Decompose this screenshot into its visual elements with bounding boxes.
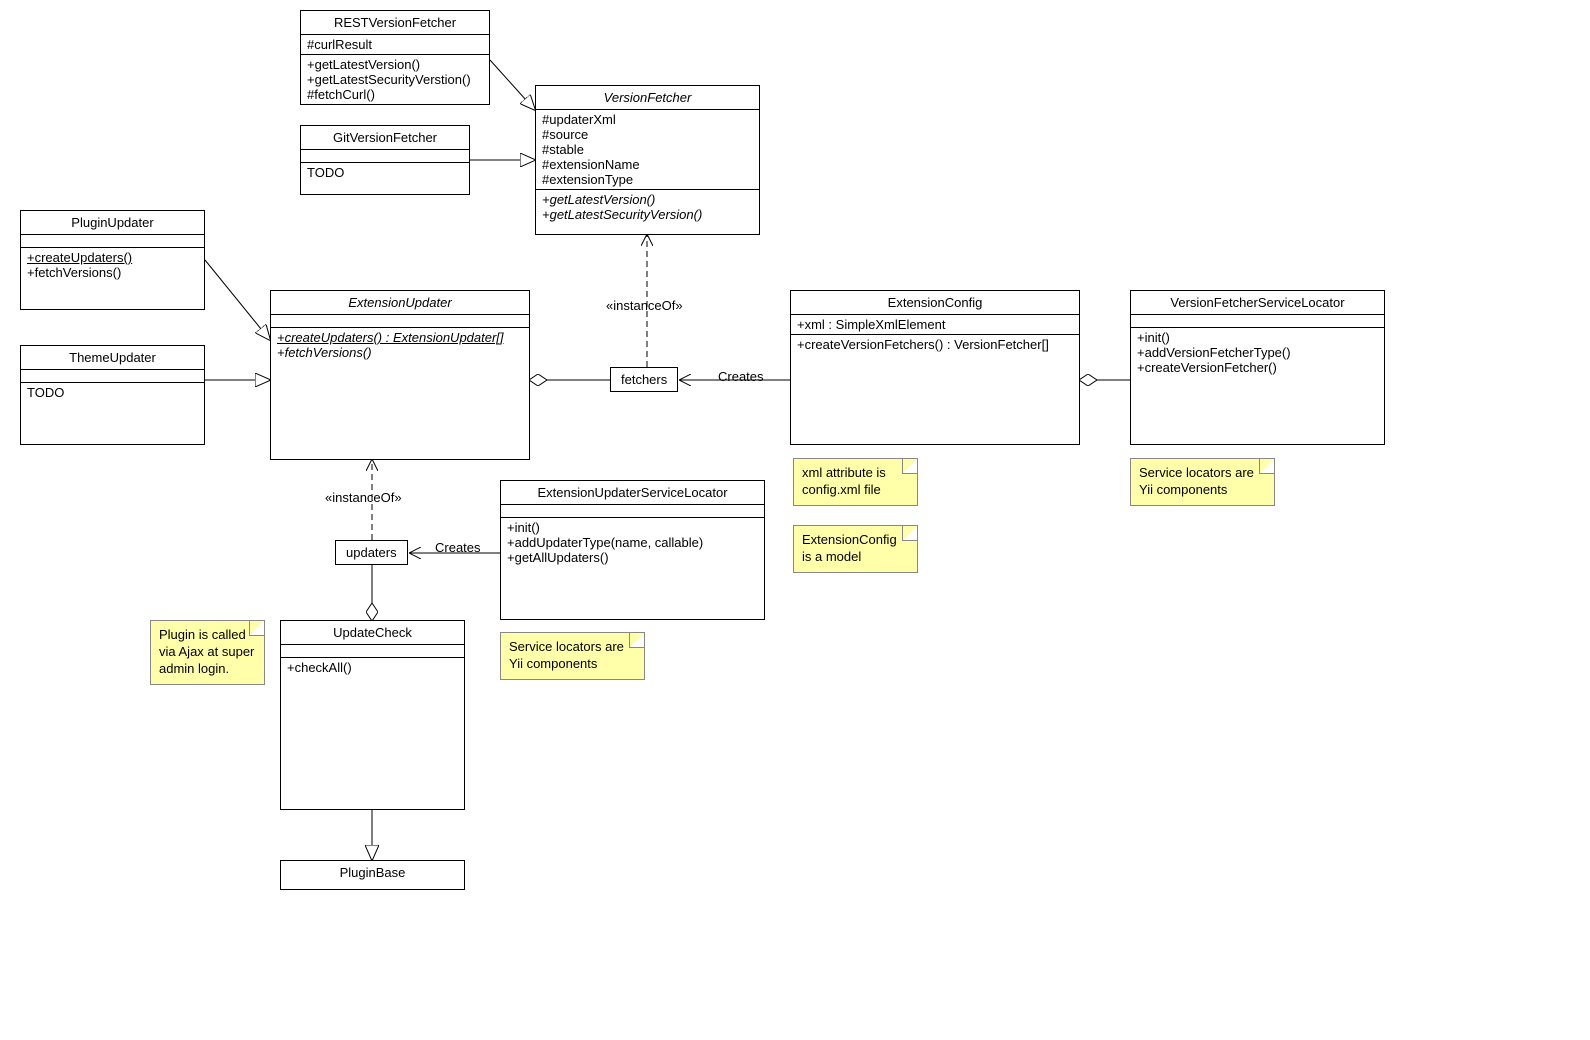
class-extension-updater: ExtensionUpdater +createUpdaters() : Ext…: [270, 290, 530, 460]
class-version-fetcher-service-locator: VersionFetcherServiceLocator +init() +ad…: [1130, 290, 1385, 445]
note-service-locators-1: Service locators are Yii components: [1130, 458, 1275, 506]
class-title: UpdateCheck: [281, 621, 464, 645]
class-title: VersionFetcherServiceLocator: [1131, 291, 1384, 315]
class-attrs: [271, 315, 529, 328]
class-ops: +init() +addVersionFetcherType() +create…: [1131, 328, 1384, 377]
box-updaters: updaters: [335, 540, 408, 565]
class-attrs: [1131, 315, 1384, 328]
class-title: ThemeUpdater: [21, 346, 204, 370]
class-title: PluginBase: [281, 861, 464, 884]
class-attrs: #curlResult: [301, 35, 489, 55]
note-service-locators-2: Service locators are Yii components: [500, 632, 645, 680]
note-extension-config: ExtensionConfig is a model: [793, 525, 918, 573]
class-ops: +getLatestVersion() +getLatestSecurityVe…: [536, 190, 759, 224]
class-extension-updater-service-locator: ExtensionUpdaterServiceLocator +init() +…: [500, 480, 765, 620]
label-instanceof-2: «instanceOf»: [325, 490, 402, 505]
class-ops: +createVersionFetchers() : VersionFetche…: [791, 335, 1079, 354]
class-title: ExtensionUpdater: [271, 291, 529, 315]
class-update-check: UpdateCheck +checkAll(): [280, 620, 465, 810]
class-title: RESTVersionFetcher: [301, 11, 489, 35]
class-version-fetcher: VersionFetcher #updaterXml #source #stab…: [535, 85, 760, 235]
class-attrs: [21, 370, 204, 383]
class-attrs: [301, 150, 469, 163]
box-fetchers: fetchers: [610, 367, 678, 392]
class-attrs: [21, 235, 204, 248]
class-theme-updater: ThemeUpdater TODO: [20, 345, 205, 445]
class-ops: +checkAll(): [281, 658, 464, 677]
class-title: VersionFetcher: [536, 86, 759, 110]
label-creates-2: Creates: [435, 540, 481, 555]
label-creates-1: Creates: [718, 369, 764, 384]
class-ops: +init() +addUpdaterType(name, callable) …: [501, 518, 764, 567]
class-title: ExtensionUpdaterServiceLocator: [501, 481, 764, 505]
note-xml-attr: xml attribute is config.xml file: [793, 458, 918, 506]
connectors: [0, 0, 1590, 1040]
class-attrs: [281, 645, 464, 658]
class-rest-version-fetcher: RESTVersionFetcher #curlResult +getLates…: [300, 10, 490, 105]
class-ops: TODO: [21, 383, 204, 402]
class-attrs: #updaterXml #source #stable #extensionNa…: [536, 110, 759, 190]
class-plugin-updater: PluginUpdater +createUpdaters() +fetchVe…: [20, 210, 205, 310]
class-git-version-fetcher: GitVersionFetcher TODO: [300, 125, 470, 195]
class-plugin-base: PluginBase: [280, 860, 465, 890]
class-title: GitVersionFetcher: [301, 126, 469, 150]
class-attrs: +xml : SimpleXmlElement: [791, 315, 1079, 335]
class-extension-config: ExtensionConfig +xml : SimpleXmlElement …: [790, 290, 1080, 445]
label-instanceof-1: «instanceOf»: [606, 298, 683, 313]
class-ops: +getLatestVersion() +getLatestSecurityVe…: [301, 55, 489, 104]
class-attrs: [501, 505, 764, 518]
class-title: ExtensionConfig: [791, 291, 1079, 315]
class-ops: +createUpdaters() : ExtensionUpdater[] +…: [271, 328, 529, 362]
note-plugin-ajax: Plugin is called via Ajax at super admin…: [150, 620, 265, 685]
class-ops: +createUpdaters() +fetchVersions(): [21, 248, 204, 282]
class-title: PluginUpdater: [21, 211, 204, 235]
class-ops: TODO: [301, 163, 469, 182]
